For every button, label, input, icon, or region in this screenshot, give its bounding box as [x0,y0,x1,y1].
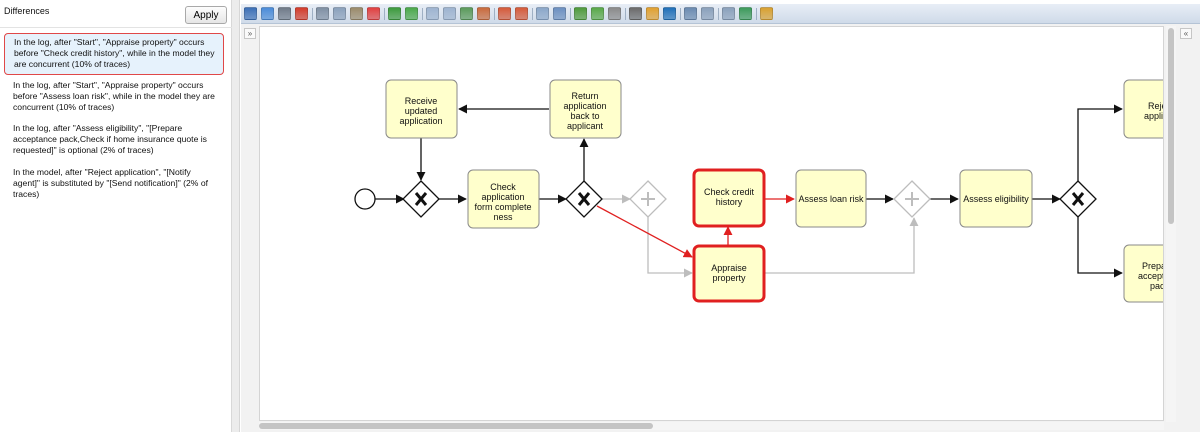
toolbar-separator [422,7,423,20]
paint-icon[interactable] [760,7,773,20]
svg-text:Appraise: Appraise [711,263,747,273]
save-as-icon[interactable] [261,7,274,20]
svg-text:property: property [712,273,746,283]
task-assess-loan-risk[interactable]: Assess loan risk [795,169,867,228]
undo-icon[interactable] [388,7,401,20]
svg-text:Check: Check [490,182,516,192]
toolbar-separator [532,7,533,20]
panel-splitter[interactable] [232,0,240,432]
vertical-scroll-thumb[interactable] [1168,28,1174,224]
svg-text:application: application [399,116,442,126]
task-appraise-property[interactable]: Appraise property [692,244,766,303]
layout-icon[interactable] [574,7,587,20]
rainbow-icon[interactable] [646,7,659,20]
doc-menu-icon[interactable] [722,7,735,20]
pdf-icon[interactable] [295,7,308,20]
svg-text:updated: updated [405,106,438,116]
and-gateway-faded[interactable] [629,180,667,218]
xor-gateway-3[interactable] [1059,180,1097,218]
print-icon[interactable] [278,7,291,20]
copy-icon[interactable] [333,7,346,20]
align-icon[interactable] [426,7,439,20]
collapse-right-icon[interactable]: « [1180,28,1192,39]
task-return-application[interactable]: Return application back to applicant [549,79,622,139]
task-prepare-acceptance-pack[interactable]: Prepa accepta pac [1123,244,1164,303]
difference-item-3[interactable]: In the log, after "Assess eligibility", … [4,120,224,160]
vertical-scrollbar[interactable] [1166,26,1176,422]
svg-text:Reje: Reje [1148,101,1164,111]
differences-panel: Differences Apply In the log, after "Sta… [0,0,232,432]
toolbar-separator [718,7,719,20]
svg-text:form complete: form complete [474,202,531,212]
svg-text:pac: pac [1150,281,1164,291]
group-icon[interactable] [460,7,473,20]
svg-text:ness: ness [493,212,513,222]
start-event[interactable] [354,188,376,210]
paste-icon[interactable] [350,7,363,20]
xor-gateway-1[interactable] [402,180,440,218]
svg-text:history: history [716,197,743,207]
svg-text:Return: Return [571,91,598,101]
panel-title: Differences [4,6,50,16]
toolbar-separator [756,7,757,20]
svg-text:Receive: Receive [405,96,438,106]
svg-text:applica: applica [1144,111,1164,121]
distribute-icon[interactable] [443,7,456,20]
edit-icon[interactable] [536,7,549,20]
svg-text:Prepa: Prepa [1142,261,1164,271]
view-icon[interactable] [629,7,642,20]
toolbar-separator [625,7,626,20]
add-docker-icon[interactable] [498,7,511,20]
task-receive-updated-application[interactable]: Receive updated application [385,79,458,139]
apply-button[interactable]: Apply [185,6,227,24]
editor-toolbar [241,4,1200,24]
bpmn-icon[interactable] [663,7,676,20]
svg-text:applicant: applicant [567,121,604,131]
doc-icon[interactable] [701,7,714,20]
collapse-left-icon[interactable]: » [244,28,256,39]
and-gateway-join[interactable] [893,180,931,218]
svg-text:Assess loan risk: Assess loan risk [798,194,864,204]
clock-icon[interactable] [608,7,621,20]
task-reject-application[interactable]: Reje applica [1123,79,1164,139]
bpmn-canvas[interactable]: Receive updated application Return appli… [259,26,1164,421]
svg-text:application: application [481,192,524,202]
svg-text:Assess eligibility: Assess eligibility [963,194,1029,204]
toolbar-separator [384,7,385,20]
xor-gateway-2[interactable] [565,180,603,218]
save-icon[interactable] [244,7,257,20]
difference-item-2[interactable]: In the log, after "Start", "Appraise pro… [4,77,224,117]
svg-text:Check credit: Check credit [704,187,755,197]
difference-item-4[interactable]: In the model, after "Reject application"… [4,164,224,204]
svg-text:back to: back to [570,111,599,121]
play-icon[interactable] [684,7,697,20]
toolbar-separator [680,7,681,20]
redo-icon[interactable] [405,7,418,20]
horizontal-scrollbar[interactable] [259,422,1164,430]
toolbar-separator [312,7,313,20]
toolbar-separator [494,7,495,20]
differences-header: Differences Apply [0,0,232,28]
remove-docker-icon[interactable] [515,7,528,20]
task-check-credit-history[interactable]: Check credit history [692,168,766,228]
horizontal-scroll-thumb[interactable] [259,423,653,429]
delete-icon[interactable] [367,7,380,20]
properties-icon[interactable] [553,7,566,20]
svg-text:accepta: accepta [1138,271,1164,281]
task-assess-eligibility[interactable]: Assess eligibility [959,169,1033,228]
cut-icon[interactable] [316,7,329,20]
toolbar-separator [570,7,571,20]
ungroup-icon[interactable] [477,7,490,20]
task-check-application-form[interactable]: Check application form complete ness [467,169,540,229]
export-icon[interactable] [739,7,752,20]
shape-icon[interactable] [591,7,604,20]
svg-text:application: application [563,101,606,111]
difference-item-1[interactable]: In the log, after "Start", "Appraise pro… [4,33,224,75]
